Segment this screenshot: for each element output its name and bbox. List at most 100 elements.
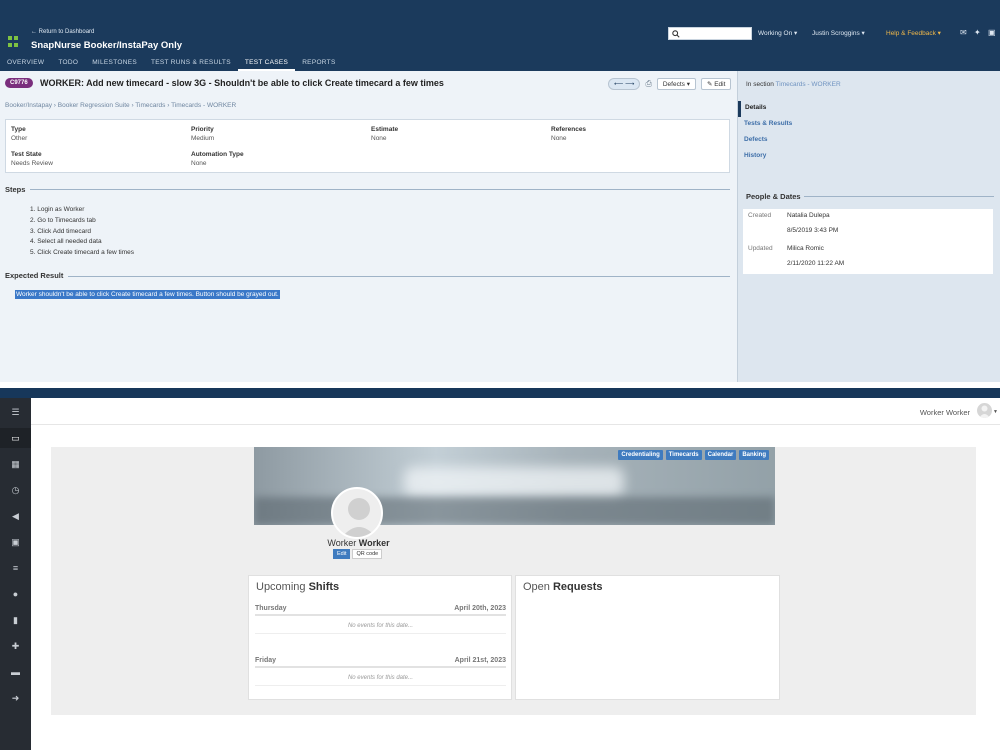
tab-banking[interactable]: Banking	[739, 450, 769, 460]
list-item: 3. Click Add timecard	[30, 227, 92, 235]
app-topbar: Worker Worker ▼	[31, 398, 1000, 425]
separator-bar	[0, 388, 1000, 398]
panel-title: Open Requests	[523, 581, 603, 593]
field-value: Medium	[191, 135, 215, 142]
field-value: None	[191, 160, 207, 167]
day-date: April 20th, 2023	[454, 605, 506, 612]
profile-actions: Edit QR code	[333, 549, 383, 559]
search-icon	[672, 30, 680, 38]
tab-todo[interactable]: TODO	[51, 57, 85, 71]
facebook-icon[interactable]: ▣	[988, 28, 996, 37]
field-estimate: Estimate None	[371, 126, 398, 142]
hamburger-menu-icon[interactable]: ☰	[0, 402, 31, 422]
in-section-text: In section Timecards - WORKER	[746, 81, 841, 88]
day-name: Thursday	[255, 605, 287, 612]
profile-name: Worker Worker	[311, 538, 406, 548]
megaphone-icon[interactable]: ◀	[0, 506, 31, 526]
test-case-main: C9776 WORKER: Add new timecard - slow 3G…	[0, 71, 737, 382]
field-value: Other	[11, 135, 28, 142]
field-value: None	[371, 135, 387, 142]
case-toolbar: ⟵ ⟶ ⎙ Defects ▾ ✎ Edit	[608, 78, 732, 90]
day-date: April 21st, 2023	[454, 657, 506, 664]
in-section-link[interactable]: Timecards - WORKER	[776, 81, 841, 88]
tab-overview[interactable]: OVERVIEW	[0, 57, 51, 71]
tab-test-cases[interactable]: TEST CASES	[237, 57, 296, 71]
edit-button[interactable]: ✎ Edit	[700, 78, 732, 90]
mail-icon[interactable]: ✉	[960, 28, 967, 37]
expected-divider	[68, 276, 730, 277]
dashboard-icon[interactable]: ▭	[0, 428, 31, 448]
field-label: Priority	[191, 126, 214, 133]
tab-calendar[interactable]: Calendar	[704, 450, 737, 460]
sidebar-item-details[interactable]: Details	[738, 101, 1000, 117]
testrail-window: ← Return to Dashboard SnapNurse Booker/I…	[0, 0, 1000, 382]
steps-divider	[30, 189, 730, 190]
caret-down-icon[interactable]: ▼	[993, 409, 998, 415]
tab-timecards[interactable]: Timecards	[665, 450, 702, 460]
print-icon[interactable]: ⎙	[645, 79, 651, 89]
qr-code-button[interactable]: QR code	[352, 549, 383, 559]
twitter-icon[interactable]: ✦	[974, 28, 981, 37]
avatar[interactable]	[977, 403, 992, 418]
tab-credentialing[interactable]: Credentialing	[618, 450, 663, 460]
people-dates-heading: People & Dates	[746, 192, 801, 201]
prev-next-button[interactable]: ⟵ ⟶	[608, 78, 641, 90]
medical-cross-icon[interactable]: ✚	[0, 636, 31, 656]
open-requests-panel: Open Requests	[515, 575, 780, 700]
updated-at: 2/11/2020 11:22 AM	[787, 260, 845, 267]
tab-test-runs[interactable]: TEST RUNS & RESULTS	[144, 57, 238, 71]
field-value: None	[551, 135, 567, 142]
created-by: Natalia Dulepa	[787, 212, 830, 219]
search-input[interactable]	[668, 27, 752, 40]
testrail-header: ← Return to Dashboard SnapNurse Booker/I…	[0, 0, 1000, 71]
panel-title-bold: Requests	[552, 581, 603, 593]
field-automation-type: Automation Type None	[191, 151, 244, 167]
sidebar-item-defects[interactable]: Defects	[738, 133, 1000, 149]
clipboard-icon[interactable]: ▮	[0, 610, 31, 630]
day-header: Thursday April 20th, 2023	[255, 605, 506, 616]
list-item: 1. Login as Worker	[30, 206, 85, 213]
return-to-dashboard-link[interactable]: ← Return to Dashboard	[31, 29, 94, 35]
breadcrumb[interactable]: Booker/Instapay › Booker Regression Suit…	[5, 102, 236, 109]
updated-label: Updated	[748, 245, 773, 252]
profile-page: Credentialing Timecards Calendar Banking…	[51, 447, 976, 715]
field-priority: Priority Medium	[191, 126, 214, 142]
user-menu[interactable]: Justin Scroggins ▾	[812, 29, 865, 37]
list-item: 5. Click Create timecard a few times	[30, 249, 135, 257]
logout-icon[interactable]: ➜	[0, 688, 31, 708]
profile-avatar	[331, 487, 383, 539]
day-name: Friday	[255, 657, 277, 664]
updated-by: Milica Romic	[787, 245, 824, 252]
tab-milestones[interactable]: MILESTONES	[85, 57, 144, 71]
testrail-tabs: OVERVIEW TODO MILESTONES TEST RUNS & RES…	[0, 57, 343, 71]
field-references: References None	[551, 126, 586, 142]
list-icon[interactable]: ≡	[0, 558, 31, 578]
clock-icon[interactable]: ◷	[0, 480, 31, 500]
edit-profile-button[interactable]: Edit	[333, 549, 351, 559]
day-header: Friday April 21st, 2023	[255, 657, 506, 668]
sidebar-nav: Details Tests & Results Defects History	[738, 101, 1000, 165]
help-feedback-menu[interactable]: Help & Feedback ▾	[886, 29, 941, 37]
field-label: References	[551, 126, 587, 133]
user-icon[interactable]: ●	[0, 584, 31, 604]
expected-result-heading: Expected Result	[5, 271, 64, 280]
working-on-menu[interactable]: Working On ▾	[758, 29, 797, 37]
sidebar-item-history[interactable]: History	[738, 149, 1000, 165]
worker-app: ☰ ▭ ▦ ◷ ◀ ▣ ≡ ● ▮ ✚ ▬ ➜ Worker Worker ▼ …	[0, 398, 1000, 750]
created-label: Created	[748, 212, 772, 219]
field-test-state: Test State Needs Review	[11, 151, 53, 167]
field-value: Needs Review	[11, 160, 53, 167]
panel-title: Upcoming Shifts	[256, 581, 339, 593]
calendar-icon[interactable]: ▦	[0, 454, 31, 474]
user-menu-name[interactable]: Worker Worker	[920, 408, 970, 417]
defects-dropdown[interactable]: Defects ▾	[656, 78, 696, 90]
steps-list: 1. Login as Worker 2. Go to Timecards ta…	[30, 205, 134, 259]
profile-last-name: Worker	[358, 538, 390, 548]
sidebar-item-tests-results[interactable]: Tests & Results	[738, 117, 1000, 133]
bus-icon[interactable]: ▣	[0, 532, 31, 552]
money-icon[interactable]: ▬	[0, 662, 31, 682]
field-label: Type	[11, 126, 26, 133]
field-label: Estimate	[371, 126, 399, 133]
tab-reports[interactable]: REPORTS	[295, 57, 342, 71]
testrail-logo-icon[interactable]	[8, 36, 20, 48]
